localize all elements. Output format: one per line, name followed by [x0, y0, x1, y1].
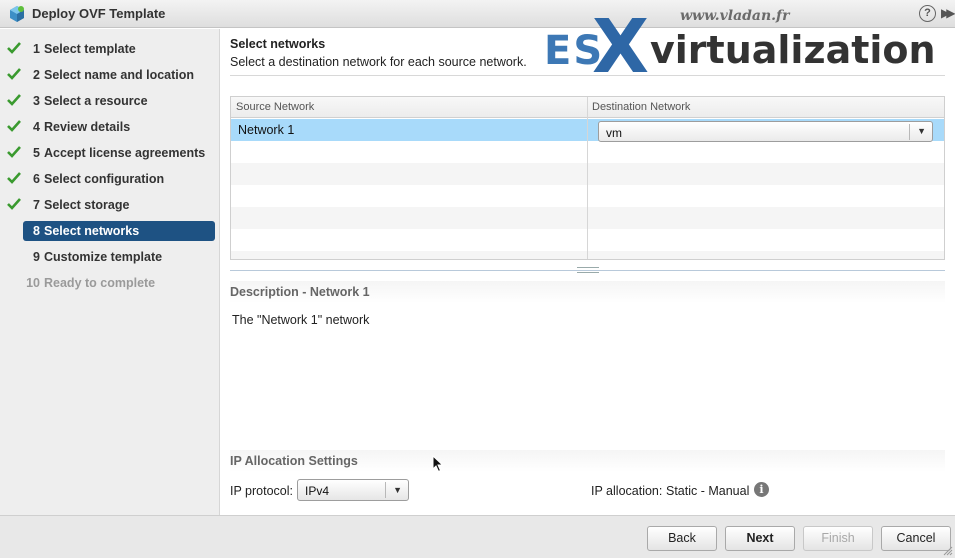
description-text: The "Network 1" network [232, 313, 370, 327]
check-icon [7, 120, 21, 132]
step-select-storage[interactable]: 7 Select storage [0, 194, 220, 216]
finish-button: Finish [803, 526, 873, 551]
column-divider [587, 97, 588, 259]
ip-protocol-dropdown[interactable]: IPv4 ▼ [297, 479, 409, 501]
mouse-cursor-icon [432, 455, 444, 473]
wizard-steps-sidebar: 1 Select template 2 Select name and loca… [0, 29, 220, 515]
table-row-empty [231, 163, 944, 185]
watermark-es: ES [544, 28, 605, 74]
description-title: Description - Network 1 [230, 285, 370, 299]
table-row-empty [231, 229, 944, 251]
column-header-destination[interactable]: Destination Network [592, 101, 690, 113]
table-header: Source Network Destination Network [231, 97, 944, 118]
help-icon[interactable]: ? [919, 5, 936, 22]
step-select-name-location[interactable]: 2 Select name and location [0, 64, 220, 86]
step-accept-license[interactable]: 5 Accept license agreements [0, 142, 220, 164]
expand-icon[interactable]: ▶▶ [941, 6, 955, 20]
info-icon[interactable]: i [754, 482, 769, 497]
source-network-cell: Network 1 [238, 123, 295, 137]
step-ready-to-complete: 10 Ready to complete [26, 276, 156, 290]
check-icon [7, 68, 21, 80]
table-row-empty [231, 141, 944, 163]
check-icon [7, 198, 21, 210]
step-select-template[interactable]: 1 Select template [0, 38, 220, 60]
check-icon [7, 146, 21, 158]
table-row-empty [231, 207, 944, 229]
wizard-footer: Back Next Finish Cancel [0, 515, 955, 558]
splitter-grip-icon[interactable] [577, 267, 599, 273]
chevron-down-icon: ▼ [917, 126, 926, 136]
ip-allocation-title: IP Allocation Settings [230, 454, 358, 468]
resize-grip-icon[interactable] [943, 546, 953, 556]
check-icon [7, 172, 21, 184]
ip-allocation-label: IP allocation: [591, 484, 663, 498]
page-title: Select networks [230, 37, 326, 51]
table-row-empty [231, 185, 944, 207]
chevron-down-icon: ▼ [393, 485, 402, 495]
step-customize-template[interactable]: 9 Customize template [0, 246, 220, 268]
column-header-source[interactable]: Source Network [236, 101, 314, 113]
back-button[interactable]: Back [647, 526, 717, 551]
window-title: Deploy OVF Template [32, 6, 166, 21]
step-select-networks[interactable]: 8 Select networks [0, 221, 220, 243]
title-bar: Deploy OVF Template ? ▶▶ [0, 0, 955, 28]
cancel-button[interactable]: Cancel [881, 526, 951, 551]
vm-template-icon [10, 6, 24, 22]
step-select-resource[interactable]: 3 Select a resource [0, 90, 220, 112]
next-button[interactable]: Next [725, 526, 795, 551]
destination-network-dropdown[interactable]: vm ▼ [598, 121, 933, 142]
step-select-configuration[interactable]: 6 Select configuration [0, 168, 220, 190]
ip-allocation-value: Static - Manual [666, 484, 750, 498]
network-mapping-table: Source Network Destination Network Netwo… [230, 96, 945, 260]
step-review-details[interactable]: 4 Review details [0, 116, 220, 138]
header-divider [230, 75, 945, 76]
check-icon [7, 42, 21, 54]
page-subtitle: Select a destination network for each so… [230, 55, 527, 69]
watermark-virtualization: virtualization [650, 28, 936, 72]
ip-protocol-label: IP protocol: [230, 484, 294, 498]
table-row[interactable]: Network 1 vm ▼ [231, 119, 944, 142]
check-icon [7, 94, 21, 106]
table-row-empty [231, 251, 944, 259]
